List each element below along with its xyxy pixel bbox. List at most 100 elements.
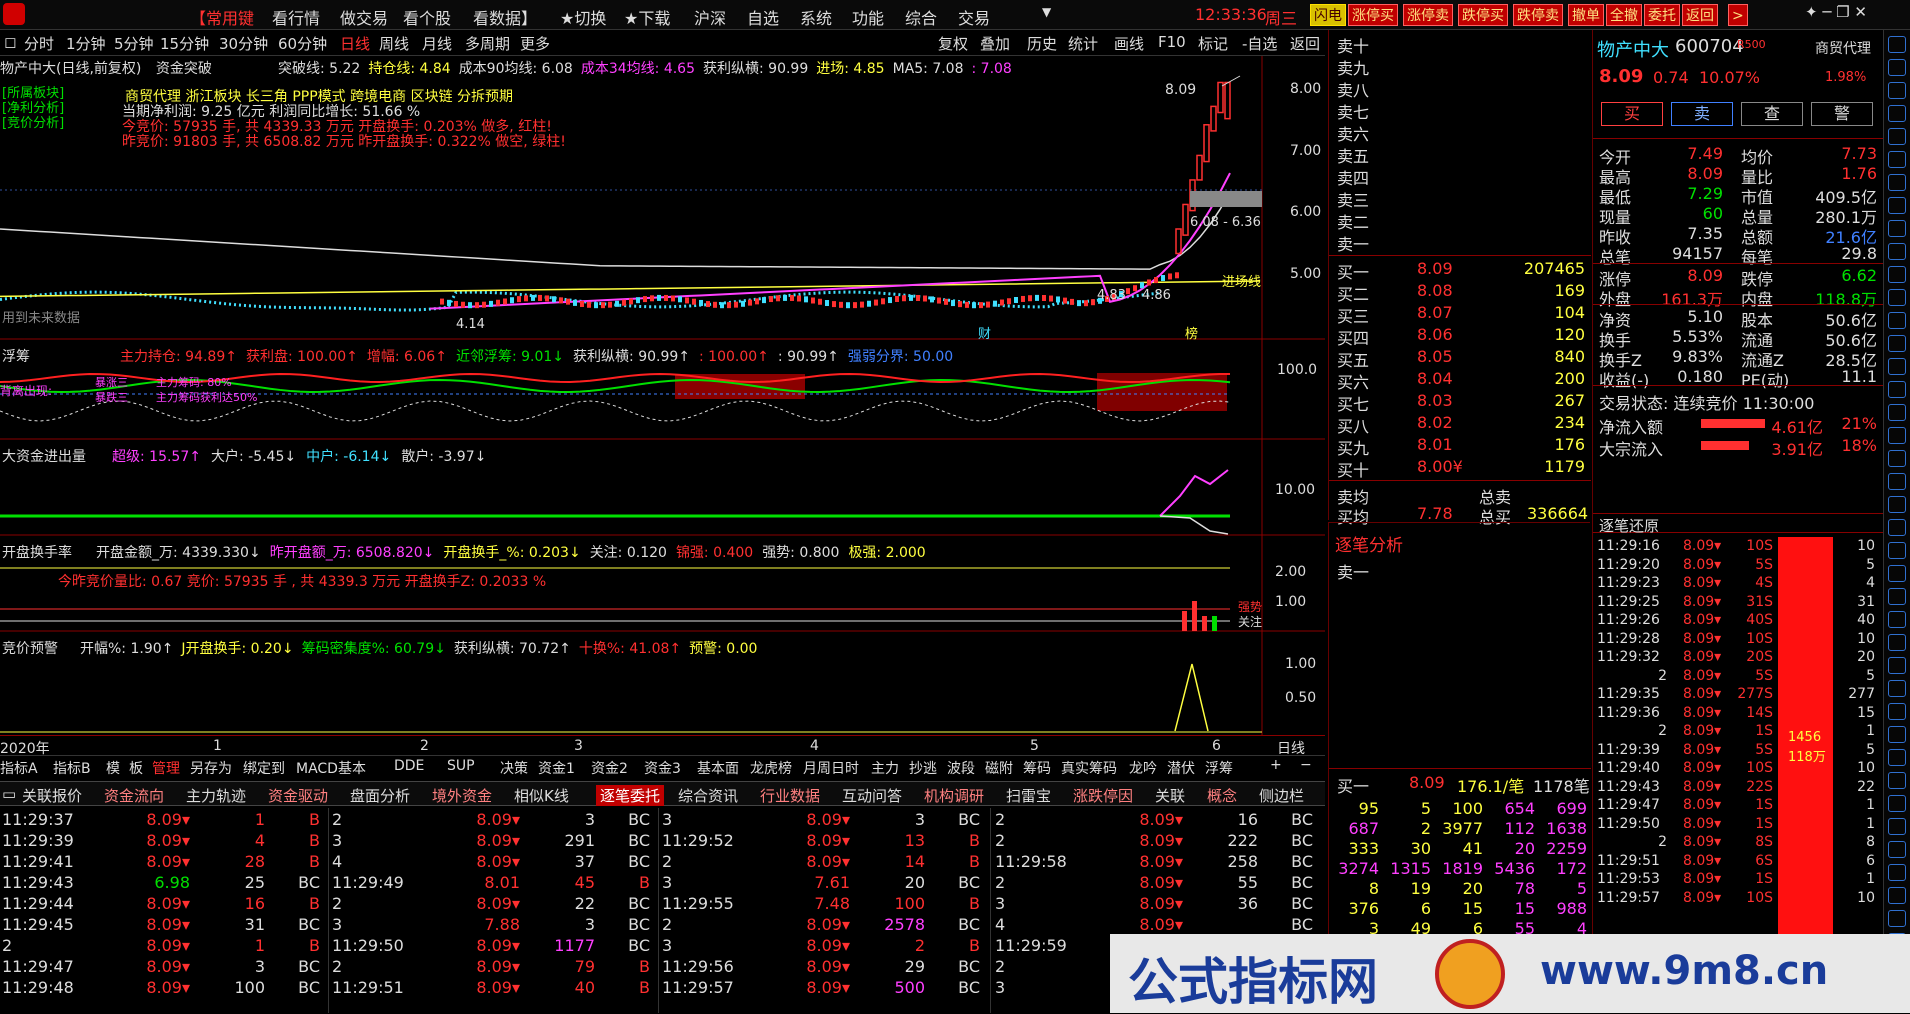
period-7[interactable]: 周线 xyxy=(379,33,409,54)
menu-item-3[interactable]: 看个股 xyxy=(403,5,451,29)
indicator-tab-15[interactable]: 龙虎榜 xyxy=(750,758,792,778)
bottom-tab-11[interactable]: 机构调研 xyxy=(924,785,984,806)
quote-stock-name[interactable]: 物产中大 xyxy=(1597,36,1669,62)
indicator-tab-10[interactable]: 决策 xyxy=(500,758,528,778)
menu-item-10[interactable]: 功能 xyxy=(852,5,884,29)
toolbar-icon[interactable] xyxy=(1888,726,1906,743)
toolbar-icon[interactable] xyxy=(1888,82,1906,99)
menu-item-1[interactable]: 看行情 xyxy=(272,5,320,29)
period-5[interactable]: 60分钟 xyxy=(278,33,327,54)
indicator-tab-4[interactable]: 管理 xyxy=(152,758,180,778)
toolbar-icon[interactable] xyxy=(1888,289,1906,306)
toolbar-icon[interactable] xyxy=(1888,749,1906,766)
toolbar-button-7[interactable]: 委托 xyxy=(1644,4,1680,26)
toolbar-icon[interactable] xyxy=(1888,427,1906,444)
toolbar-icon[interactable] xyxy=(1888,335,1906,352)
chart-action-6[interactable]: 标记 xyxy=(1198,33,1228,54)
toolbar-button-6[interactable]: 全撤 xyxy=(1606,4,1642,26)
bottom-tab-0[interactable]: 关联报价 xyxy=(22,785,82,806)
app-logo-icon[interactable] xyxy=(3,3,25,25)
quote-action-2[interactable]: 查 xyxy=(1741,102,1803,126)
chart-action-7[interactable]: -自选 xyxy=(1242,33,1277,54)
indicator-tab-7[interactable]: MACD基本 xyxy=(296,758,366,778)
toolbar-icon[interactable] xyxy=(1888,795,1906,812)
chart-action-8[interactable]: 返回 xyxy=(1290,33,1320,54)
toolbar-icon[interactable] xyxy=(1888,519,1906,536)
indicator-tab-14[interactable]: 基本面 xyxy=(697,758,739,778)
bottom-tab-9[interactable]: 行业数据 xyxy=(760,785,820,806)
toolbar-button-0[interactable]: 闪电 xyxy=(1310,4,1346,26)
quote-action-0[interactable]: 买 xyxy=(1601,102,1663,126)
quote-action-3[interactable]: 警 xyxy=(1811,102,1873,126)
toolbar-button-5[interactable]: 撤单 xyxy=(1568,4,1604,26)
indicator-tab-3[interactable]: 板 xyxy=(129,758,143,778)
quote-action-1[interactable]: 卖 xyxy=(1671,102,1733,126)
indicator-tab-23[interactable]: 龙吟 xyxy=(1129,758,1157,778)
bottom-tab-7[interactable]: 逐笔委托 xyxy=(596,785,665,806)
toolbar-icon[interactable] xyxy=(1888,611,1906,628)
menu-item-7[interactable]: 沪深 xyxy=(694,5,726,29)
menu-item-11[interactable]: 综合 xyxy=(905,5,937,29)
period-3[interactable]: 15分钟 xyxy=(160,33,209,54)
bottom-tab-12[interactable]: 扫雷宝 xyxy=(1006,785,1051,806)
toolbar-icon[interactable] xyxy=(1888,36,1906,53)
toolbar-icon[interactable] xyxy=(1888,703,1906,720)
bottom-menu-icon[interactable]: ▭ xyxy=(2,785,16,803)
chart-area[interactable]: 8.00 7.00 6.00 5.00 8.09 6.08 - 6.36 4.14 4.83 4… xyxy=(0,56,1325,736)
toolbar-button-1[interactable]: 涨停买 xyxy=(1348,4,1398,26)
toolbar-icon[interactable] xyxy=(1888,404,1906,421)
bottom-tab-1[interactable]: 资金流向 xyxy=(104,785,164,806)
toolbar-icon[interactable] xyxy=(1888,59,1906,76)
chart-action-5[interactable]: F10 xyxy=(1158,33,1186,51)
toolbar-icon[interactable] xyxy=(1888,312,1906,329)
menu-item-2[interactable]: 做交易 xyxy=(340,5,388,29)
indicator-tab-5[interactable]: 另存为 xyxy=(190,758,232,778)
period-8[interactable]: 月线 xyxy=(422,33,452,54)
menu-item-4[interactable]: 看数据】 xyxy=(473,5,537,29)
menu-item-8[interactable]: 自选 xyxy=(747,5,779,29)
toolbar-icon[interactable] xyxy=(1888,841,1906,858)
toolbar-icon[interactable] xyxy=(1888,381,1906,398)
period-10[interactable]: 更多 xyxy=(520,33,550,54)
toolbar-icon[interactable] xyxy=(1888,565,1906,582)
chart-action-0[interactable]: 复权 xyxy=(938,33,968,54)
indicator-tab-11[interactable]: 资金1 xyxy=(538,758,575,778)
bottom-tab-3[interactable]: 资金驱动 xyxy=(268,785,328,806)
indicator-tab-16[interactable]: 月周日时 xyxy=(803,758,859,778)
toolbar-icon[interactable] xyxy=(1888,197,1906,214)
period-menu-icon[interactable]: ◻ xyxy=(4,33,16,51)
indicator-tab-24[interactable]: 潜伏 xyxy=(1167,758,1195,778)
chart-action-1[interactable]: 叠加 xyxy=(980,33,1010,54)
toolbar-icon[interactable] xyxy=(1888,657,1906,674)
toolbar-icon[interactable] xyxy=(1888,680,1906,697)
chart-action-3[interactable]: 统计 xyxy=(1068,33,1098,54)
toolbar-button-2[interactable]: 涨停卖 xyxy=(1403,4,1453,26)
toolbar-icon[interactable] xyxy=(1888,496,1906,513)
indicator-tab-18[interactable]: 抄逃 xyxy=(909,758,937,778)
chart-action-4[interactable]: 画线 xyxy=(1114,33,1144,54)
toolbar-icon[interactable] xyxy=(1888,887,1906,904)
kline-chart[interactable]: 8.00 7.00 6.00 5.00 8.09 6.08 - 6.36 4.14 4.83 4… xyxy=(0,56,1325,736)
toolbar-icon[interactable] xyxy=(1888,818,1906,835)
toolbar-icon[interactable] xyxy=(1888,174,1906,191)
menu-item-6[interactable]: ★下载 xyxy=(624,5,670,29)
period-4[interactable]: 30分钟 xyxy=(219,33,268,54)
toolbar-icon[interactable] xyxy=(1888,450,1906,467)
bottom-tab-16[interactable]: 侧边栏 xyxy=(1259,785,1304,806)
toolbar-icon[interactable] xyxy=(1888,634,1906,651)
period-0[interactable]: 分时 xyxy=(24,33,54,54)
bottom-tab-15[interactable]: 概念 xyxy=(1207,785,1237,806)
period-9[interactable]: 多周期 xyxy=(465,33,510,54)
bottom-tab-2[interactable]: 主力轨迹 xyxy=(186,785,246,806)
indicator-tab-22[interactable]: 真实筹码 xyxy=(1061,758,1117,778)
toolbar-icon[interactable] xyxy=(1888,473,1906,490)
toolbar-icon[interactable] xyxy=(1888,266,1906,283)
bottom-tab-6[interactable]: 相似K线 xyxy=(514,785,569,806)
menu-item-5[interactable]: ★切换 xyxy=(560,5,606,29)
indicator-tab-6[interactable]: 绑定到 xyxy=(243,758,285,778)
menu-item-12[interactable]: 交易 xyxy=(958,5,990,29)
indicator-tab-25[interactable]: 浮筹 xyxy=(1205,758,1233,778)
next-arrow-icon[interactable]: > xyxy=(1728,4,1748,26)
indicator-tab-2[interactable]: 模 xyxy=(106,758,120,778)
indicator-tab-20[interactable]: 磁附 xyxy=(985,758,1013,778)
